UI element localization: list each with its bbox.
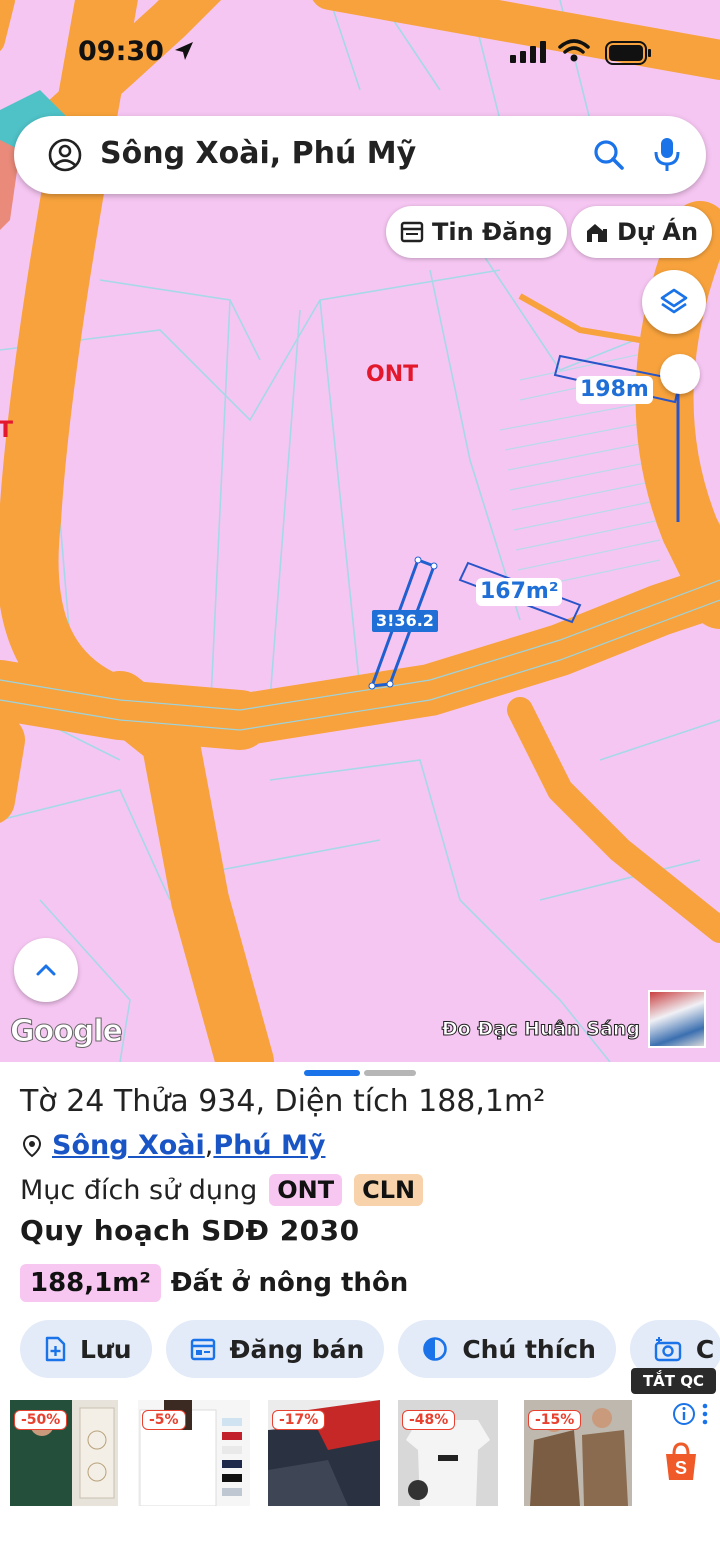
land-use-badge-cln: CLN xyxy=(354,1174,424,1206)
watermark-logo xyxy=(648,990,706,1048)
google-logo: Google xyxy=(10,1014,124,1050)
search-bar[interactable]: Sông Xoài, Phú Mỹ xyxy=(14,116,706,194)
map-view[interactable]: ONT T 198m 167m² 3!36.2 09:30 Sông Xoài,… xyxy=(0,0,720,1062)
discount-badge: -17% xyxy=(272,1410,326,1430)
discount-badge: -15% xyxy=(528,1410,582,1430)
address-separator: , xyxy=(204,1130,214,1161)
zone-label-ont: ONT xyxy=(366,362,419,387)
account-icon[interactable] xyxy=(48,138,82,172)
chip-projects[interactable]: Dự Án xyxy=(571,206,713,258)
clock: 09:30 xyxy=(78,36,164,67)
location-pin-icon xyxy=(22,1134,42,1157)
ad-banner[interactable]: TẮT QC -50% -5% -17% -48% -15% S xyxy=(0,1368,720,1565)
photo-button-label: C xyxy=(695,1334,715,1364)
ad-info-icon[interactable] xyxy=(672,1402,696,1426)
land-use-label: Mục đích sử dụng xyxy=(20,1174,258,1206)
discount-badge: -5% xyxy=(142,1410,186,1430)
plan-title: Quy hoạch SDĐ 2030 xyxy=(20,1214,360,1247)
chip-projects-label: Dự Án xyxy=(617,218,699,246)
chip-listings-label: Tin Đăng xyxy=(432,218,553,246)
legend-button[interactable]: Chú thích xyxy=(398,1320,616,1378)
listings-icon xyxy=(400,221,424,243)
watermark-text: Đo Đạc Huân Sáng xyxy=(441,1018,640,1041)
post-sale-button-label: Đăng bán xyxy=(229,1334,365,1364)
discount-badge: -48% xyxy=(402,1410,456,1430)
location-arrow-icon xyxy=(175,42,193,60)
parcel-title: Tờ 24 Thửa 934, Diện tích 188,1m² xyxy=(20,1084,546,1119)
ad-item[interactable]: -50% xyxy=(10,1400,118,1506)
ad-item[interactable]: -15% xyxy=(524,1400,632,1506)
mic-icon[interactable] xyxy=(652,136,682,174)
contrast-icon xyxy=(423,1337,448,1361)
svg-text:S: S xyxy=(675,1458,687,1478)
chevron-up-icon xyxy=(36,964,56,976)
battery-icon xyxy=(605,41,651,65)
add-note-icon xyxy=(45,1336,66,1362)
post-sale-button[interactable]: Đăng bán xyxy=(165,1320,385,1378)
hide-ads-button[interactable]: TẮT QC xyxy=(630,1368,716,1394)
camera-icon xyxy=(654,1337,682,1362)
wifi-icon xyxy=(558,39,590,62)
search-query[interactable]: Sông Xoài, Phú Mỹ xyxy=(100,136,416,171)
measure-label-198: 198m xyxy=(576,376,653,404)
plan-area-badge: 188,1m² xyxy=(20,1264,161,1302)
save-button[interactable]: Lưu xyxy=(20,1320,152,1378)
discount-badge: -50% xyxy=(14,1410,68,1430)
land-use-badge-ont: ONT xyxy=(269,1174,343,1206)
chip-listings[interactable]: Tin Đăng xyxy=(386,206,567,258)
sheet-handle-secondary[interactable] xyxy=(364,1070,416,1076)
opacity-slider-knob[interactable] xyxy=(660,354,700,394)
ad-more-icon[interactable] xyxy=(700,1402,710,1426)
land-use-row: Mục đích sử dụng ONT CLN xyxy=(20,1174,424,1206)
plan-type: Đất ở nông thôn xyxy=(170,1268,409,1298)
calendar-icon xyxy=(190,1338,215,1361)
ad-item[interactable]: -5% xyxy=(138,1400,250,1506)
signal-icon xyxy=(510,41,546,63)
action-row: Lưu Đăng bán Chú thích C xyxy=(20,1320,720,1378)
commune-link[interactable]: Sông Xoài xyxy=(52,1130,205,1161)
town-link[interactable]: Phú Mỹ xyxy=(213,1130,325,1161)
measure-label-167: 167m² xyxy=(476,578,563,606)
expand-button[interactable] xyxy=(14,938,78,1002)
width-label: 3!36.2 xyxy=(372,610,438,632)
save-button-label: Lưu xyxy=(80,1334,132,1364)
layers-button[interactable] xyxy=(642,270,706,334)
layers-icon xyxy=(660,288,688,314)
status-bar: 09:30 xyxy=(0,30,720,76)
ad-item[interactable]: -48% xyxy=(398,1400,498,1506)
legend-button-label: Chú thích xyxy=(462,1334,596,1364)
search-icon[interactable] xyxy=(592,138,626,172)
sheet-handle[interactable] xyxy=(304,1070,360,1076)
zone-label-partial: T xyxy=(0,418,14,443)
parcel-info-sheet[interactable]: Tờ 24 Thửa 934, Diện tích 188,1m² Sông X… xyxy=(0,1062,720,1392)
plan-row: 188,1m² Đất ở nông thôn xyxy=(20,1264,408,1302)
building-icon xyxy=(587,224,607,242)
shopee-icon[interactable]: S xyxy=(662,1442,700,1482)
ad-item[interactable]: -17% xyxy=(268,1400,380,1506)
parcel-address: Sông Xoài, Phú Mỹ xyxy=(22,1130,326,1161)
